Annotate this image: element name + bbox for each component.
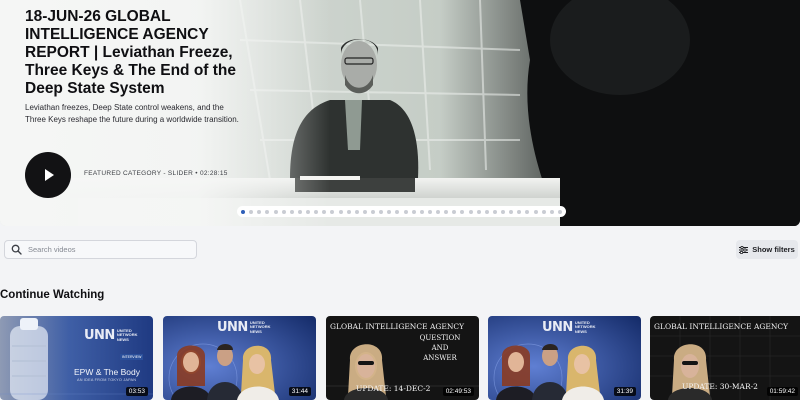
card-heading: GLOBAL INTELLIGENCE AGENCY <box>330 322 465 331</box>
slider-dot[interactable] <box>517 209 522 214</box>
slider-dot[interactable] <box>541 209 546 214</box>
show-filters-label: Show filters <box>752 245 795 254</box>
slider-dot[interactable] <box>476 209 481 214</box>
video-card[interactable]: GLOBAL INTELLIGENCE AGENCY UPDATE: 30-MA… <box>650 316 800 400</box>
slider-dot[interactable] <box>427 209 432 214</box>
slider-dot[interactable] <box>297 209 302 214</box>
card-subtitle-2: AND <box>431 344 449 352</box>
slider-dot[interactable] <box>395 209 400 214</box>
duration-badge: 02:49:53 <box>442 387 474 396</box>
slider-dot[interactable] <box>419 209 424 214</box>
filter-icon <box>739 241 749 259</box>
slider-dot[interactable] <box>492 209 497 214</box>
slider-dot[interactable] <box>460 209 465 214</box>
duration-badge: 03:53 <box>125 387 148 396</box>
unn-logo-mark: UNN <box>217 320 248 335</box>
unn-logo-words: UNITED NETWORK NEWS <box>116 327 138 342</box>
card-subtitle-3: ANSWER <box>423 354 457 362</box>
video-card[interactable]: UNN UNITED NETWORK NEWS 31:44 <box>163 316 316 400</box>
slider-dot[interactable] <box>338 209 343 214</box>
card-title: EPW & The Body <box>74 367 140 377</box>
slider-dot[interactable] <box>525 209 530 214</box>
video-card[interactable]: GLOBAL INTELLIGENCE AGENCY QUESTION AND … <box>326 316 479 400</box>
card-subtitle: AN IDEA FROM TOKYO JAPAN <box>77 378 137 382</box>
slider-dot[interactable] <box>436 209 440 214</box>
unn-logo-words: UNITED NETWORK NEWS <box>249 319 271 334</box>
continue-watching-heading: Continue Watching <box>0 289 105 301</box>
slider-dot[interactable] <box>281 209 286 214</box>
search-icon <box>11 244 22 255</box>
unn-logo: UNN UNITED NETWORK NEWS <box>542 320 601 335</box>
slider-dot[interactable] <box>411 209 416 214</box>
card-subtitle-1: QUESTION <box>419 334 461 342</box>
card-update-date: UPDATE: 14-DEC-2 <box>356 384 431 393</box>
slider-dot[interactable] <box>371 209 375 214</box>
slider-dot[interactable] <box>362 209 367 214</box>
slider-dot[interactable] <box>387 209 392 214</box>
hero-meta: FEATURED CATEGORY - SLIDER • 02:28:15 <box>84 170 228 177</box>
unn-logo: UNN UNITED NETWORK NEWS <box>217 320 276 335</box>
duration-badge: 31:39 <box>613 387 636 396</box>
show-filters-button[interactable]: Show filters <box>736 240 798 259</box>
slider-dot[interactable] <box>265 209 270 214</box>
slider-dot[interactable] <box>289 209 294 214</box>
play-button[interactable] <box>25 152 71 198</box>
unn-logo-mark: UNN <box>84 328 115 343</box>
slider-dot[interactable] <box>346 209 351 214</box>
slider-dot[interactable] <box>379 209 384 214</box>
slider-dot[interactable] <box>306 209 310 214</box>
slider-dot[interactable] <box>501 209 505 214</box>
slider-dot[interactable] <box>330 209 335 214</box>
unn-logo-mark: UNN <box>542 320 573 335</box>
interview-tag: INTERVIEW <box>120 354 144 360</box>
slider-dot[interactable] <box>249 209 254 214</box>
video-card[interactable]: UNN UNITED NETWORK NEWS INTERVIEW EPW & … <box>0 316 153 400</box>
slider-dot[interactable] <box>549 209 554 214</box>
slider-pagination <box>237 206 566 217</box>
hero-description: Leviathan freezes, Deep State control we… <box>25 103 239 124</box>
slider-dot[interactable] <box>314 209 319 214</box>
hero-title[interactable]: 18-JUN-26 GLOBAL INTELLIGENCE AGENCY REP… <box>25 8 260 98</box>
slider-dot[interactable] <box>273 209 278 214</box>
slider-dot[interactable] <box>403 209 408 214</box>
slider-dot[interactable] <box>557 209 562 214</box>
search-input[interactable] <box>28 245 188 254</box>
unn-logo-words: UNITED NETWORK NEWS <box>574 319 596 334</box>
search-box[interactable] <box>4 240 197 259</box>
slider-dot[interactable] <box>444 209 449 214</box>
slider-dot[interactable] <box>257 209 262 214</box>
slider-dot[interactable] <box>241 209 245 214</box>
unn-logo: UNN UNITED NETWORK NEWS <box>84 328 143 343</box>
card-heading: GLOBAL INTELLIGENCE AGENCY <box>654 322 789 331</box>
slider-dot[interactable] <box>354 209 359 214</box>
card-update-date: UPDATE: 30-MAR-2 <box>682 382 758 391</box>
featured-hero: 18-JUN-26 GLOBAL INTELLIGENCE AGENCY REP… <box>0 0 800 226</box>
slider-dot[interactable] <box>533 209 538 214</box>
continue-watching-row: UNN UNITED NETWORK NEWS INTERVIEW EPW & … <box>0 316 800 400</box>
play-icon <box>45 169 54 181</box>
slider-dot[interactable] <box>452 209 457 214</box>
slider-dot[interactable] <box>484 209 489 214</box>
duration-badge: 01:59:42 <box>766 387 798 396</box>
slider-dot[interactable] <box>322 209 327 214</box>
slider-dot[interactable] <box>509 209 514 214</box>
duration-badge: 31:44 <box>288 387 311 396</box>
video-card[interactable]: UNN UNITED NETWORK NEWS 31:39 <box>488 316 641 400</box>
slider-dot[interactable] <box>468 209 473 214</box>
